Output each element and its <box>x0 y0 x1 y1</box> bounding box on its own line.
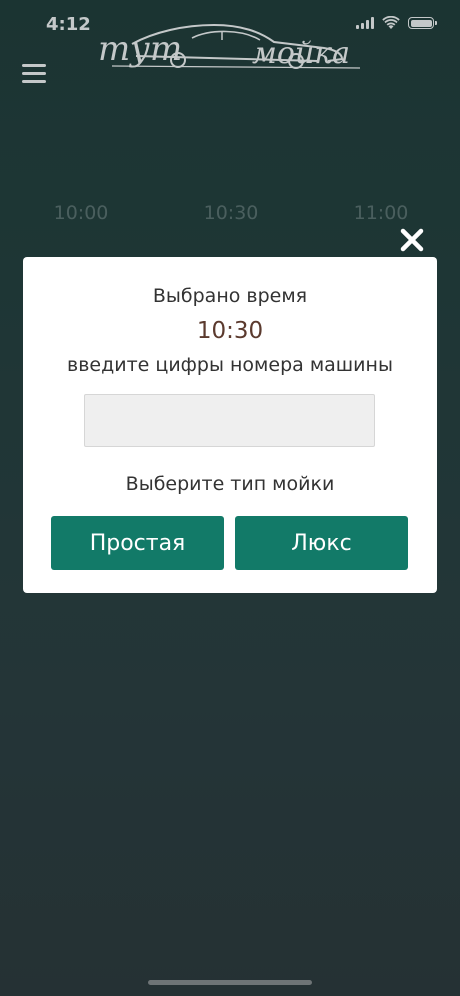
home-indicator[interactable] <box>148 980 312 985</box>
simple-wash-button[interactable]: Простая <box>51 516 224 570</box>
wash-type-label: Выберите тип мойки <box>125 473 335 495</box>
modal-title: Выбрано время <box>152 285 308 307</box>
plate-prompt: введите цифры номера машины <box>67 354 393 376</box>
booking-modal: Выбрано время 10:30 введите цифры номера… <box>23 257 437 593</box>
lux-wash-button[interactable]: Люкс <box>235 516 408 570</box>
close-icon[interactable] <box>398 226 426 254</box>
selected-time: 10:30 <box>196 318 264 344</box>
car-plate-input[interactable] <box>84 394 375 447</box>
